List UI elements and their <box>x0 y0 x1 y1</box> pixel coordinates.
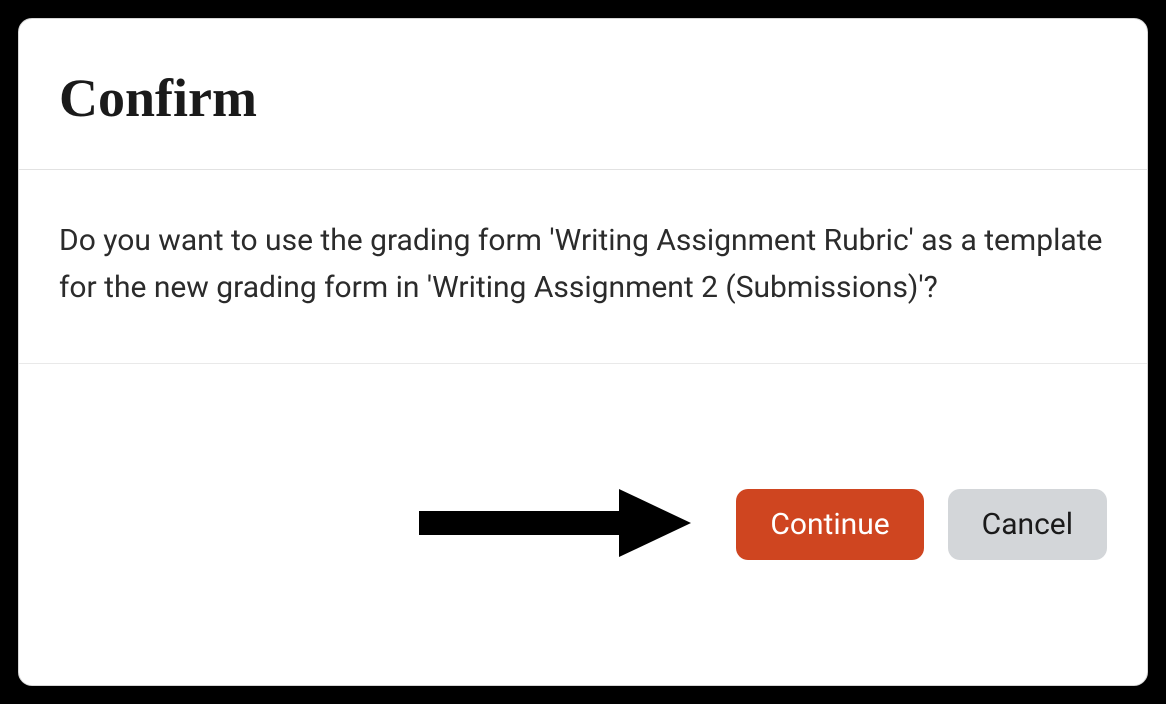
dialog-body: Do you want to use the grading form 'Wri… <box>19 170 1147 364</box>
dialog-header: Confirm <box>19 19 1147 170</box>
continue-button[interactable]: Continue <box>736 489 923 560</box>
dialog-message: Do you want to use the grading form 'Wri… <box>59 218 1107 311</box>
arrow-right-icon <box>419 483 699 567</box>
confirm-dialog: Confirm Do you want to use the grading f… <box>18 18 1148 686</box>
cancel-button[interactable]: Cancel <box>948 489 1107 560</box>
dialog-title: Confirm <box>59 67 1107 129</box>
dialog-footer: Continue Cancel <box>19 364 1147 685</box>
